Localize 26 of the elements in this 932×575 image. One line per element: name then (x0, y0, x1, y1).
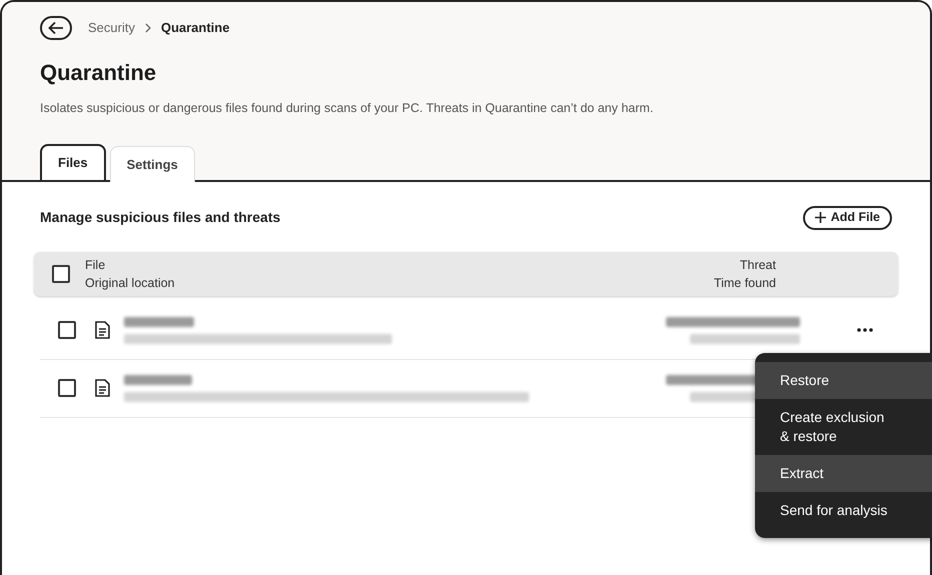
plus-icon (814, 212, 826, 224)
section-title: Manage suspicious files and threats (40, 208, 280, 228)
column-header: Original location (85, 274, 175, 292)
column-header: Time found (714, 274, 776, 292)
checkbox[interactable] (58, 379, 76, 398)
column-header: File (85, 256, 106, 274)
chevron-right-icon (144, 23, 151, 33)
document-icon (95, 379, 110, 398)
more-icon (857, 328, 873, 332)
breadcrumb-link[interactable]: Security (88, 18, 135, 38)
page-title: Quarantine (40, 59, 158, 87)
checkbox[interactable] (58, 321, 76, 340)
back-button[interactable] (40, 16, 72, 40)
document-icon (95, 321, 110, 340)
blurred-text (124, 316, 194, 327)
checkbox[interactable] (52, 264, 70, 283)
back-arrow-icon (48, 21, 64, 35)
add-file-button[interactable]: Add File (802, 206, 892, 230)
tab[interactable]: Settings (110, 146, 195, 182)
menu-item[interactable]: Restore (755, 362, 932, 399)
column-header: Threat (740, 256, 776, 274)
tab[interactable]: Files (40, 144, 106, 180)
description: Isolates suspicious or dangerous files found during scans of your PC. Threats in Quarantine can’t do any harm. (40, 100, 654, 117)
blurred-text (124, 374, 192, 385)
menu-item[interactable]: Extract (755, 455, 932, 492)
breadcrumb-current: Quarantine (160, 19, 230, 38)
